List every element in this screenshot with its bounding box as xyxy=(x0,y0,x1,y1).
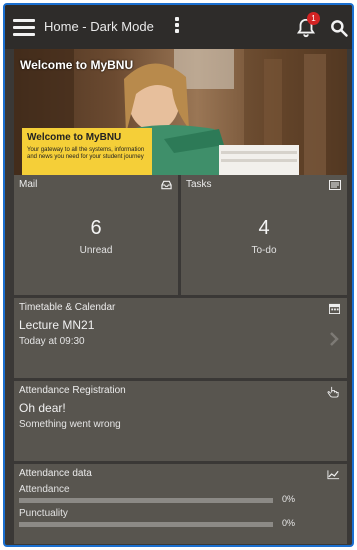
attendance-bar xyxy=(19,498,273,503)
tasks-label: Tasks xyxy=(186,179,212,190)
page-title: Home - Dark Mode xyxy=(44,19,154,34)
welcome-card: Welcome to MyBNU Your gateway to all the… xyxy=(22,128,152,175)
attendance-data-label: Attendance data xyxy=(19,468,92,479)
hand-pointer-icon xyxy=(327,386,339,398)
attendance-percent: 0% xyxy=(282,494,296,504)
tasks-sub: To-do xyxy=(251,245,277,256)
timetable-tile[interactable]: Timetable & Calendar Lecture MN21 Today … xyxy=(14,298,347,378)
timetable-event: Lecture MN21 xyxy=(19,318,95,332)
more-vert-icon[interactable] xyxy=(173,17,181,37)
hero-title: Welcome to MyBNU xyxy=(20,58,134,72)
attendance-registration-label: Attendance Registration xyxy=(19,385,126,396)
attendance-registration-tile[interactable]: Attendance Registration Oh dear! Somethi… xyxy=(14,381,347,461)
welcome-card-title: Welcome to MyBNU xyxy=(27,132,122,143)
tasks-tile[interactable]: Tasks 4 To-do xyxy=(181,175,347,295)
tasks-count: 4 xyxy=(258,217,270,239)
menu-icon[interactable] xyxy=(13,19,35,36)
mail-sub: Unread xyxy=(79,245,113,256)
notification-badge: 1 xyxy=(307,12,320,25)
chart-line-icon xyxy=(327,470,340,480)
tasks-icon xyxy=(329,180,341,190)
inbox-icon xyxy=(161,180,172,190)
attendance-metric-name: Attendance xyxy=(19,484,70,495)
app-frame: Home - Dark Mode 1 Welcome to MyBNU Welc… xyxy=(3,3,354,547)
punctuality-bar xyxy=(19,522,273,527)
top-bar: Home - Dark Mode 1 xyxy=(5,5,352,49)
timetable-time: Today at 09:30 xyxy=(19,336,85,347)
welcome-card-text: Your gateway to all the systems, informa… xyxy=(27,147,145,160)
calendar-icon xyxy=(329,303,340,314)
punctuality-metric-name: Punctuality xyxy=(19,508,68,519)
mail-label: Mail xyxy=(19,179,38,190)
search-icon[interactable] xyxy=(329,18,349,38)
mail-count: 6 xyxy=(90,217,102,239)
punctuality-percent: 0% xyxy=(282,518,296,528)
attendance-data-tile[interactable]: Attendance data Attendance 0% Punctualit… xyxy=(14,464,347,544)
chevron-right-icon[interactable] xyxy=(328,331,340,347)
welcome-banner[interactable]: Welcome to MyBNU Welcome to MyBNU Your g… xyxy=(14,49,347,175)
attendance-error-message: Something went wrong xyxy=(19,419,121,430)
attendance-error-heading: Oh dear! xyxy=(19,401,66,415)
timetable-label: Timetable & Calendar xyxy=(19,302,116,313)
mail-tile[interactable]: Mail 6 Unread xyxy=(14,175,178,295)
